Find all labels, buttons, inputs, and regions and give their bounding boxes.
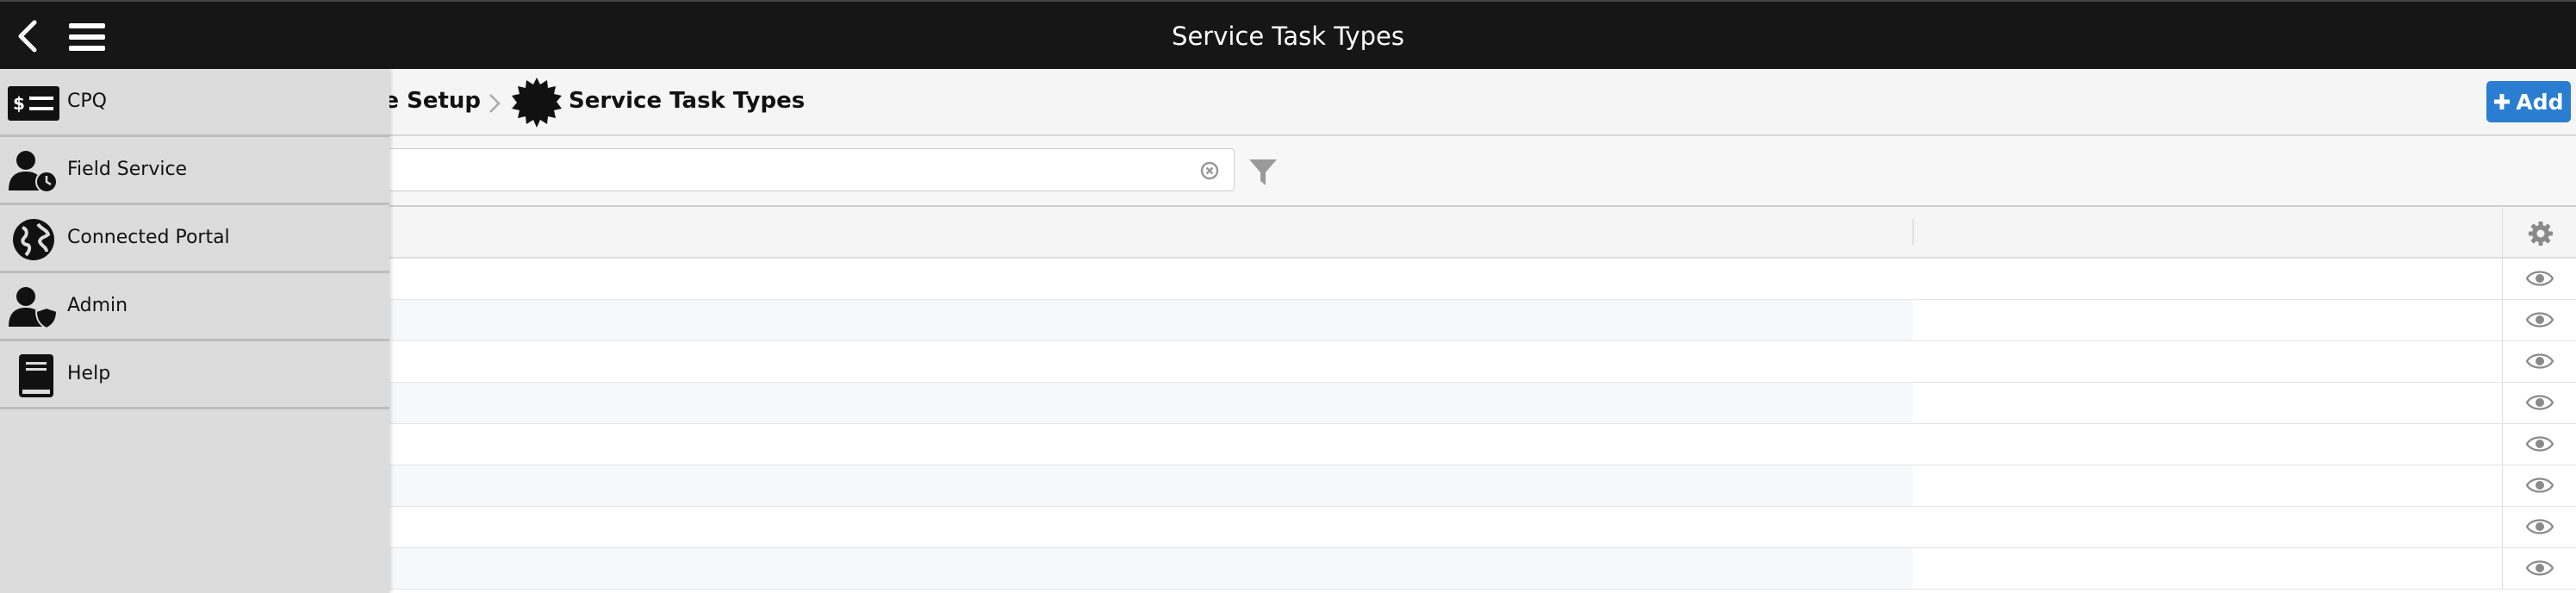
- menu-item-label: Admin: [67, 295, 128, 316]
- field-service-user-clock-icon: [9, 151, 58, 193]
- eye-icon[interactable]: [2526, 476, 2554, 495]
- eye-icon[interactable]: [2526, 517, 2554, 536]
- search-input[interactable]: [370, 148, 1235, 191]
- eye-icon[interactable]: [2526, 352, 2554, 371]
- menu-item-label: CPQ: [67, 91, 107, 112]
- eye-icon[interactable]: [2526, 559, 2554, 577]
- eye-icon[interactable]: [2526, 310, 2554, 329]
- column-divider: [2502, 207, 2503, 259]
- menu-item-label: Field Service: [67, 159, 188, 180]
- menu-item-help[interactable]: Help: [0, 341, 389, 409]
- breadcrumb-current: Service Task Types: [569, 88, 806, 114]
- help-book-icon: [19, 354, 53, 397]
- starburst-icon: [512, 78, 562, 128]
- menu-item-field-service[interactable]: Field Service: [0, 137, 389, 205]
- clear-circle-icon[interactable]: [1200, 161, 1219, 180]
- svg-text:$: $: [13, 93, 25, 114]
- eye-icon[interactable]: [2526, 393, 2554, 412]
- admin-user-shield-icon: [9, 287, 59, 330]
- add-button[interactable]: Add: [2486, 81, 2571, 122]
- eye-icon[interactable]: [2526, 269, 2554, 288]
- menu-item-connected-portal[interactable]: Connected Portal: [0, 205, 389, 273]
- menu-item-label: Help: [67, 363, 111, 384]
- eye-icon[interactable]: [2526, 434, 2554, 453]
- page-title: Service Task Types: [1172, 22, 1404, 51]
- cpq-price-icon: $: [8, 86, 59, 121]
- menu-item-admin[interactable]: Admin: [0, 273, 389, 341]
- chevron-right-icon: [489, 94, 501, 113]
- menu-item-cpq[interactable]: $ CPQ: [0, 69, 389, 137]
- app-header: Service Task Types: [0, 0, 2576, 69]
- filter-funnel-icon[interactable]: [1248, 157, 1279, 188]
- menu-item-label: Connected Portal: [67, 227, 230, 248]
- side-menu: $ CPQ Field Service Connected Portal Adm…: [0, 69, 389, 593]
- add-button-label: Add: [2516, 89, 2564, 115]
- gear-icon[interactable]: [2528, 221, 2554, 247]
- plus-icon: [2494, 94, 2511, 109]
- globe-icon: [13, 219, 54, 260]
